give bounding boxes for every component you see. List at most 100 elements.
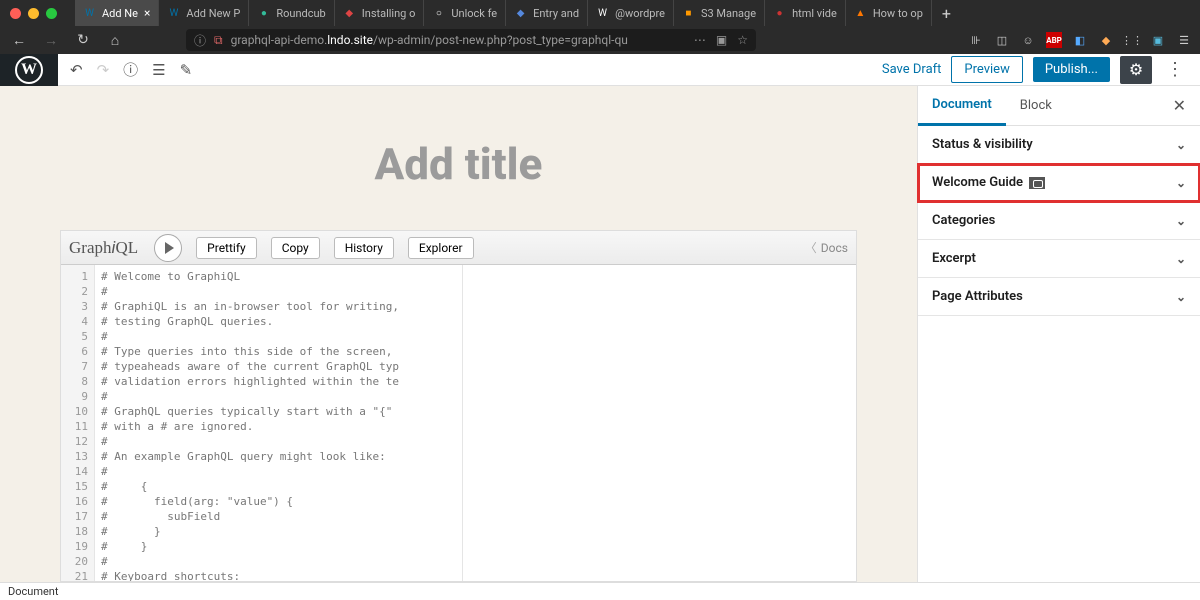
back-button[interactable]: ←: [8, 32, 30, 49]
browser-tab[interactable]: ◆ Entry and: [506, 0, 588, 26]
wp-admin-bar: W: [0, 54, 58, 86]
ext-icon-1[interactable]: ◧: [1072, 32, 1088, 48]
favicon-icon: ○: [432, 7, 445, 20]
ext-icon-2[interactable]: ◆: [1098, 32, 1114, 48]
new-tab-button[interactable]: +: [932, 4, 961, 23]
more-icon[interactable]: ⋯: [694, 33, 706, 47]
favicon-icon: ▲: [854, 7, 867, 20]
reader-icon[interactable]: ▣: [716, 33, 727, 47]
bookmark-icon[interactable]: ☆: [737, 33, 748, 47]
prettify-button[interactable]: Prettify: [196, 237, 257, 259]
address-bar[interactable]: ⓘ ⧉ graphql-api-demo.lndo.site/wp-admin/…: [186, 29, 756, 51]
ext-icon-3[interactable]: ⋮⋮: [1124, 32, 1140, 48]
browser-tab[interactable]: ▲ How to op: [846, 0, 932, 26]
docs-toggle[interactable]: 〈Docs: [805, 239, 848, 256]
home-button[interactable]: ⌂: [104, 32, 126, 49]
execute-query-button[interactable]: [154, 234, 182, 262]
address-row: ← → ↻ ⌂ ⓘ ⧉ graphql-api-demo.lndo.site/w…: [0, 26, 1200, 54]
status-bar: Document: [0, 582, 1200, 600]
browser-tab[interactable]: W Add New P: [159, 0, 249, 26]
sidebar-panel[interactable]: Status & visibility ⌄: [918, 126, 1200, 164]
minimize-window-icon[interactable]: [28, 8, 39, 19]
chevron-down-icon: ⌄: [1176, 290, 1186, 304]
browser-tab[interactable]: W@wordpre: [588, 0, 674, 26]
undo-button[interactable]: ↶: [70, 61, 83, 79]
sidebar-icon[interactable]: ◫: [994, 32, 1010, 48]
editor-toolbar: ↶ ↷ ⓘ ☰ ✎ Save Draft Preview Publish... …: [58, 54, 1200, 86]
browser-tab[interactable]: ○ Unlock fe: [424, 0, 506, 26]
tab-label: @wordpre: [615, 7, 665, 20]
post-title-input[interactable]: Add title: [0, 138, 917, 190]
close-window-icon[interactable]: [10, 8, 21, 19]
menu-icon[interactable]: ☰: [1176, 32, 1192, 48]
sidebar-panel[interactable]: Welcome Guide⌄: [918, 164, 1200, 202]
close-sidebar-button[interactable]: ✕: [1159, 96, 1200, 115]
favicon-icon: ◆: [514, 7, 527, 20]
save-draft-button[interactable]: Save Draft: [882, 62, 942, 77]
sidebar-panel[interactable]: Categories ⌄: [918, 202, 1200, 240]
tab-label: Entry and: [533, 7, 579, 20]
library-icon[interactable]: ⊪: [968, 32, 984, 48]
browser-tab[interactable]: ● html vide: [765, 0, 846, 26]
tab-label: Add New P: [186, 7, 240, 20]
close-tab-icon[interactable]: ×: [144, 6, 150, 20]
welcome-guide-icon: [1029, 177, 1045, 189]
tab-label: How to op: [873, 7, 923, 20]
sidebar-tabs: Document Block ✕: [918, 86, 1200, 126]
ext-icon-4[interactable]: ▣: [1150, 32, 1166, 48]
tab-strip: WAdd Ne×WAdd New P●Roundcub◆Installing o…: [0, 0, 1200, 26]
more-options-button[interactable]: ⋮: [1162, 59, 1188, 80]
tab-label: Roundcub: [276, 7, 325, 20]
browser-tab[interactable]: ■S3 Manage: [674, 0, 765, 26]
info-button[interactable]: ⓘ: [123, 59, 138, 80]
publish-button[interactable]: Publish...: [1033, 57, 1110, 82]
favicon-icon: ●: [773, 7, 786, 20]
line-gutter: 1234567891011121314151617181920212223242…: [61, 265, 95, 581]
editor-canvas: Add title GraphiQL Prettify Copy History…: [0, 86, 917, 582]
browser-tab[interactable]: ◆Installing o: [335, 0, 425, 26]
edit-button[interactable]: ✎: [180, 61, 193, 79]
graphiql-block: GraphiQL Prettify Copy History Explorer …: [60, 230, 857, 582]
copy-button[interactable]: Copy: [271, 237, 320, 259]
tab-block[interactable]: Block: [1006, 86, 1066, 125]
maximize-window-icon[interactable]: [46, 8, 57, 19]
history-button[interactable]: History: [334, 237, 394, 259]
graphiql-logo: GraphiQL: [69, 238, 138, 258]
forward-button[interactable]: →: [40, 32, 62, 49]
tab-label: Installing o: [362, 7, 416, 20]
panel-label: Categories: [932, 213, 995, 228]
browser-tab[interactable]: W Add Ne ×: [75, 0, 159, 26]
reload-button[interactable]: ↻: [72, 32, 94, 48]
explorer-button[interactable]: Explorer: [408, 237, 474, 259]
tab-label: html vide: [792, 7, 837, 20]
favicon-icon: W: [83, 7, 96, 20]
favicon-icon: W: [167, 7, 180, 20]
tab-document[interactable]: Document: [918, 87, 1006, 126]
browser-tab[interactable]: ●Roundcub: [249, 0, 334, 26]
panel-label: Page Attributes: [932, 289, 1023, 304]
account-icon[interactable]: ☺: [1020, 32, 1036, 48]
query-editor[interactable]: # Welcome to GraphiQL # # GraphiQL is an…: [95, 265, 463, 581]
chevron-down-icon: ⌄: [1176, 176, 1186, 190]
abp-icon[interactable]: ABP: [1046, 32, 1062, 48]
panel-label: Excerpt: [932, 251, 976, 266]
chevron-down-icon: ⌄: [1176, 138, 1186, 152]
result-pane: [463, 265, 856, 581]
settings-sidebar: Document Block ✕ Status & visibility⌄Wel…: [917, 86, 1200, 582]
sidebar-panel[interactable]: Excerpt ⌄: [918, 240, 1200, 278]
chevron-down-icon: ⌄: [1176, 252, 1186, 266]
preview-button[interactable]: Preview: [951, 56, 1022, 83]
tab-label: Add Ne: [102, 7, 138, 20]
tab-label: S3 Manage: [701, 7, 756, 20]
outline-button[interactable]: ☰: [152, 61, 165, 79]
sidebar-panel[interactable]: Page Attributes ⌄: [918, 278, 1200, 316]
redo-button[interactable]: ↷: [97, 61, 110, 79]
lock-icon: ⧉: [214, 33, 223, 48]
wordpress-logo-icon[interactable]: W: [15, 56, 43, 84]
tab-label: Unlock fe: [451, 7, 497, 20]
panel-label: Status & visibility: [932, 137, 1033, 152]
shield-icon: ⓘ: [194, 32, 206, 49]
browser-chrome: WAdd Ne×WAdd New P●Roundcub◆Installing o…: [0, 0, 1200, 54]
settings-button[interactable]: ⚙: [1120, 56, 1152, 84]
chevron-down-icon: ⌄: [1176, 214, 1186, 228]
